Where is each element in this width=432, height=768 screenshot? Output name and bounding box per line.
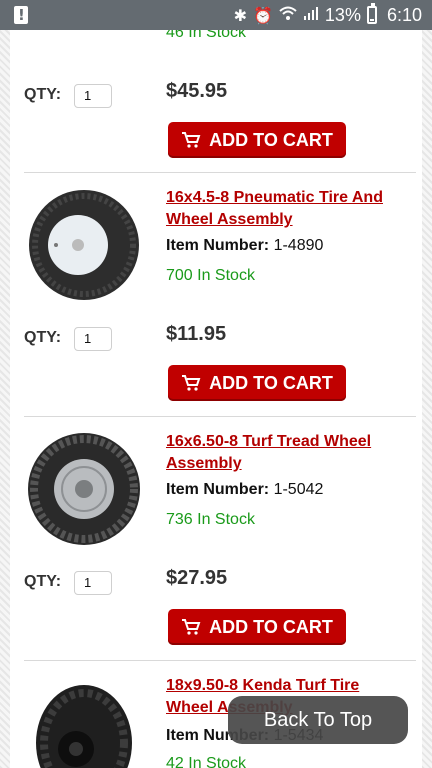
wifi-icon bbox=[279, 5, 297, 25]
battery-percent: 13% bbox=[324, 4, 361, 25]
add-to-cart-button[interactable]: ADD TO CART bbox=[168, 122, 346, 158]
stock-status: 700 In Stock bbox=[166, 267, 255, 284]
price: $27.95 bbox=[166, 567, 228, 589]
quantity-input[interactable]: 1 bbox=[74, 571, 112, 595]
right-rail bbox=[422, 30, 432, 768]
add-to-cart-button[interactable]: ADD TO CART bbox=[168, 365, 346, 401]
stock-status: 42 In Stock bbox=[166, 755, 247, 768]
qty-label: QTY: bbox=[24, 86, 62, 103]
status-bar-right: ✱ ⏰ 13% 6:10 bbox=[234, 0, 422, 30]
alarm-icon: ⏰ bbox=[253, 5, 273, 25]
page[interactable]: 46 In Stock QTY: 1 $45.95 ADD TO CART 16… bbox=[0, 30, 432, 768]
product-list: 46 In Stock QTY: 1 $45.95 ADD TO CART 16… bbox=[10, 30, 416, 768]
cart-icon bbox=[182, 619, 201, 635]
cart-icon bbox=[182, 132, 201, 148]
price: $45.95 bbox=[166, 80, 228, 102]
product-image[interactable] bbox=[26, 431, 142, 547]
signal-icon bbox=[303, 5, 319, 25]
product-image[interactable] bbox=[26, 187, 142, 303]
divider bbox=[24, 172, 416, 173]
status-bar: ✱ ⏰ 13% 6:10 bbox=[0, 0, 432, 30]
item-number: Item Number: 1-4890 bbox=[166, 237, 323, 255]
qty-label: QTY: bbox=[24, 573, 62, 590]
qty-label: QTY: bbox=[24, 329, 62, 346]
add-to-cart-label: ADD TO CART bbox=[209, 129, 333, 150]
add-to-cart-button[interactable]: ADD TO CART bbox=[168, 609, 346, 645]
stock-status: 736 In Stock bbox=[166, 511, 255, 528]
product-image[interactable] bbox=[26, 677, 142, 768]
battery-icon bbox=[366, 3, 377, 24]
divider bbox=[24, 416, 416, 417]
item-number-label: Item Number: bbox=[166, 237, 270, 254]
left-rail bbox=[0, 30, 10, 768]
product-image[interactable] bbox=[26, 30, 142, 40]
quantity-input[interactable]: 1 bbox=[74, 327, 112, 351]
add-to-cart-label: ADD TO CART bbox=[209, 616, 333, 637]
back-to-top-button[interactable]: Back To Top bbox=[228, 696, 408, 744]
item-number-value: 1-4890 bbox=[273, 237, 324, 254]
bluetooth-icon: ✱ bbox=[233, 5, 247, 25]
cart-icon bbox=[182, 375, 201, 391]
item-number-value: 1-5042 bbox=[273, 481, 324, 498]
stock-status: 46 In Stock bbox=[166, 30, 247, 41]
price: $11.95 bbox=[166, 323, 227, 345]
add-to-cart-label: ADD TO CART bbox=[209, 372, 333, 393]
clock-time: 6:10 bbox=[386, 4, 422, 25]
quantity-input[interactable]: 1 bbox=[74, 84, 112, 108]
product-title-link[interactable]: 16x6.50-8 Turf Tread Wheel Assembly bbox=[166, 431, 402, 475]
product-title-link[interactable]: 16x4.5-8 Pneumatic Tire And Wheel Assemb… bbox=[166, 187, 402, 231]
item-number-label: Item Number: bbox=[166, 481, 270, 498]
divider bbox=[24, 660, 416, 661]
alert-icon bbox=[14, 6, 28, 24]
item-number: Item Number: 1-5042 bbox=[166, 481, 323, 499]
